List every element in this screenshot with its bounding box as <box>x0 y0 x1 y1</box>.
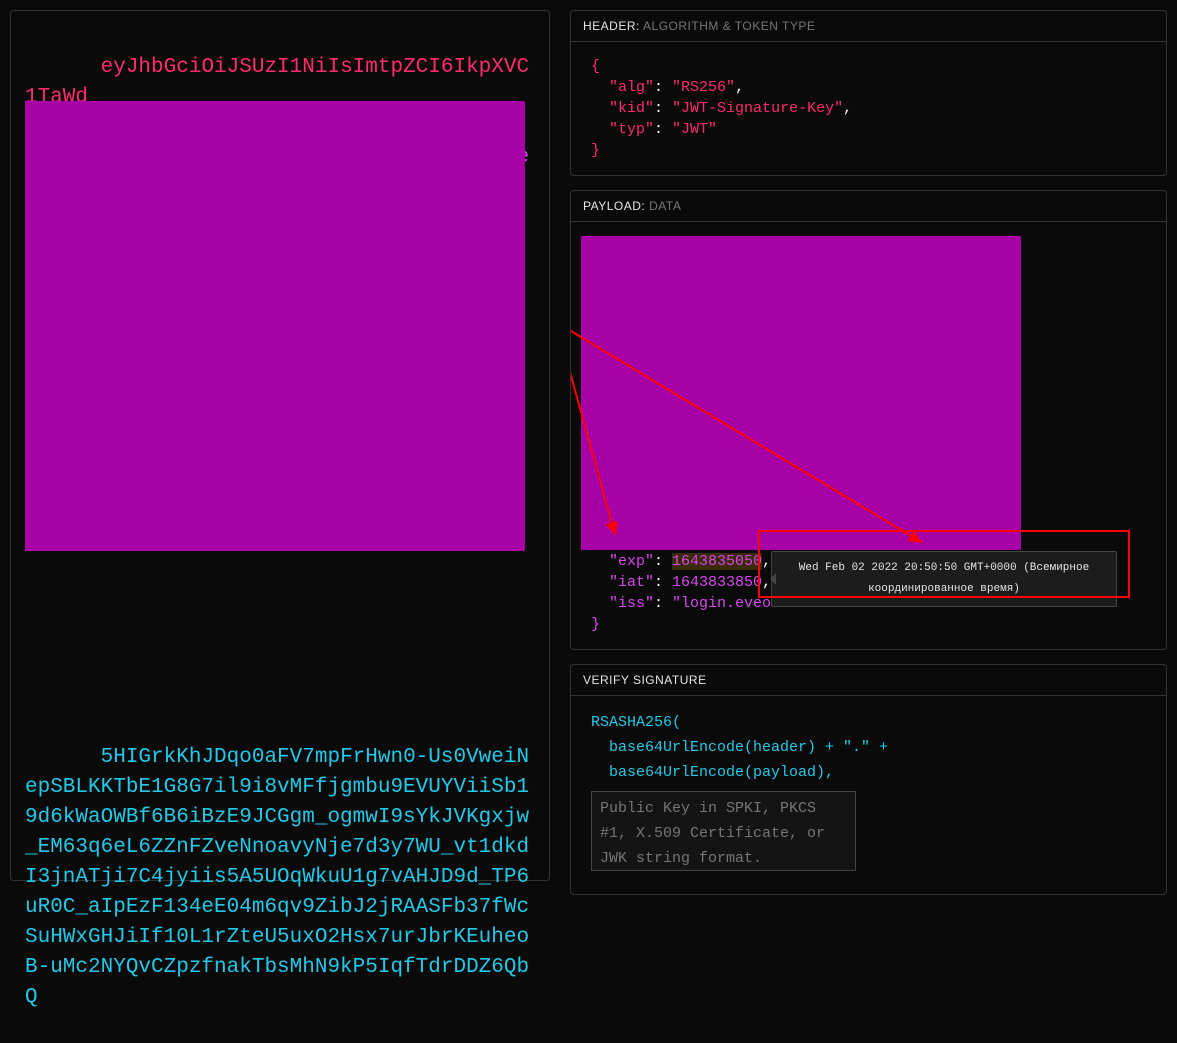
tooltip-text: Wed Feb 02 2022 20:50:50 GMT+0000 (Всеми… <box>799 562 1089 595</box>
encoded-token-panel[interactable]: eyJhbGciOiJSUzI1NiIsImtpZCI6IkpXVC1TaWd … <box>10 10 550 881</box>
verify-section-title: VERIFY SIGNATURE <box>571 665 1166 696</box>
header-sublabel: ALGORITHM & TOKEN TYPE <box>643 19 815 33</box>
decoded-header-section: HEADER: ALGORITHM & TOKEN TYPE { "alg": … <box>570 10 1167 176</box>
iat-value[interactable]: 1643833850 <box>672 574 762 591</box>
verify-label: VERIFY SIGNATURE <box>583 673 707 687</box>
header-section-title: HEADER: ALGORITHM & TOKEN TYPE <box>571 11 1166 42</box>
timestamp-tooltip: Wed Feb 02 2022 20:50:50 GMT+0000 (Всеми… <box>771 551 1117 607</box>
redaction-overlay-left <box>25 101 525 551</box>
header-label: HEADER: <box>583 19 640 33</box>
token-signature-part: 5HIGrkKhJDqo0aFV7mpFrHwn0-Us0VweiNepSBLK… <box>25 746 529 1009</box>
header-json-body[interactable]: { "alg": "RS256", "kid": "JWT-Signature-… <box>571 42 1166 175</box>
verify-line-3: base64UrlEncode(payload), <box>609 764 834 781</box>
public-key-textarea[interactable] <box>591 791 856 871</box>
verify-body: RSASHA256( base64UrlEncode(header) + "."… <box>571 696 1166 894</box>
payload-json-body[interactable]: "exp": 1643835050, "iat": 1643833850, "i… <box>571 222 1166 649</box>
verify-line-2: base64UrlEncode(header) + "." + <box>609 739 888 756</box>
exp-value[interactable]: 1643835050 <box>672 553 762 570</box>
verify-line-1: RSASHA256( <box>591 714 681 731</box>
payload-label: PAYLOAD: <box>583 199 645 213</box>
payload-section-title: PAYLOAD: DATA <box>571 191 1166 222</box>
redaction-overlay-payload <box>581 236 1021 550</box>
payload-sublabel: DATA <box>649 199 681 213</box>
decoded-payload-section: PAYLOAD: DATA "exp": 1643835050, "iat": … <box>570 190 1167 650</box>
verify-signature-section: VERIFY SIGNATURE RSASHA256( base64UrlEnc… <box>570 664 1167 895</box>
